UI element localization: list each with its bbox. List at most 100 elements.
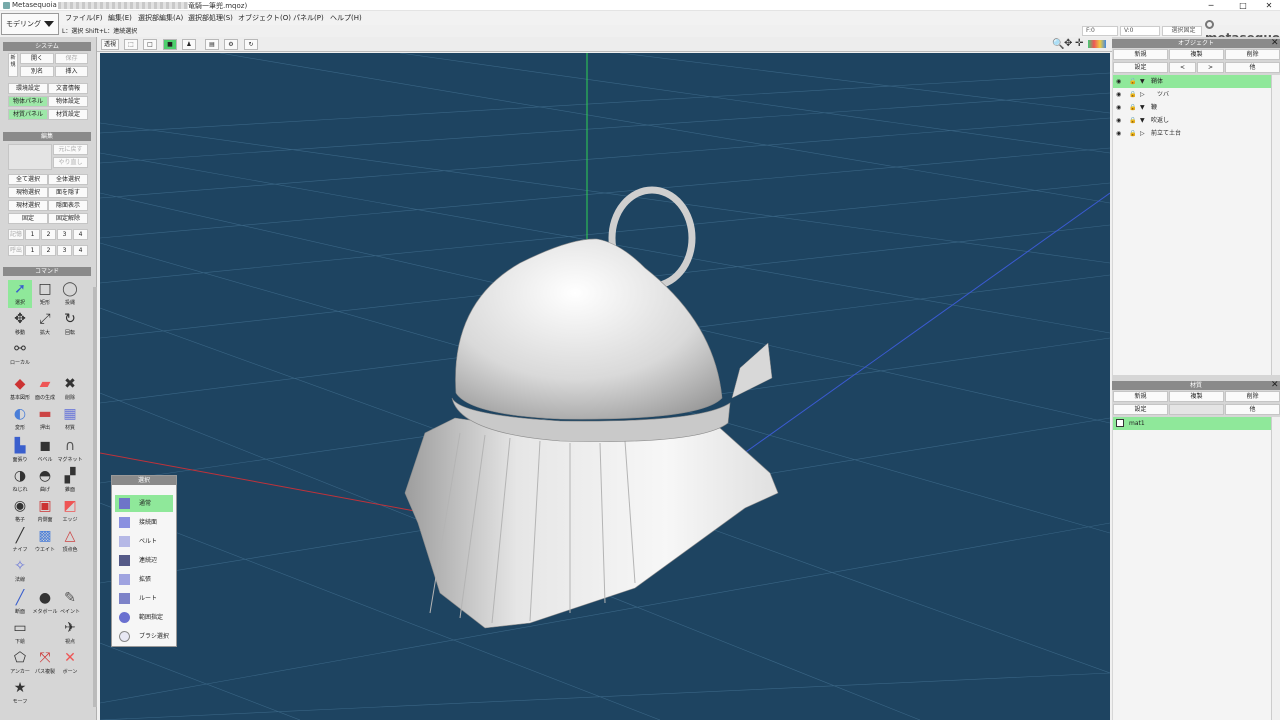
select-route[interactable]: ルート [115, 590, 173, 607]
minimize-button[interactable]: ─ [1200, 0, 1222, 11]
tool-32[interactable]: ✈ 視点 [58, 619, 82, 647]
expand-arrow[interactable]: ▼ [1140, 75, 1145, 88]
texture-icon[interactable]: ▤ [205, 39, 219, 50]
material-new-button[interactable]: 新規 [1113, 391, 1168, 402]
lock-icon[interactable]: 🔒 [1129, 75, 1136, 88]
tool-26[interactable]: ✧ 法線 [8, 557, 32, 585]
redo-button[interactable]: やり直し [53, 157, 88, 168]
gear-icon[interactable]: ⚙ [224, 39, 238, 50]
object-duplicate-button[interactable]: 複製 [1169, 49, 1224, 60]
tool-17[interactable]: ◑ ねじれ [8, 467, 32, 495]
object-settings-button[interactable]: 設定 [1113, 62, 1168, 73]
rotate-view-icon[interactable]: ✛ [1075, 38, 1083, 49]
select-current-material-button[interactable]: 現材選択 [8, 200, 48, 211]
menu-help[interactable]: ヘルプ(H) [330, 13, 362, 23]
doc-info-button[interactable]: 文書情報 [48, 83, 88, 94]
tool-25[interactable]: △ 頂点色 [58, 527, 82, 555]
object-row[interactable]: ◉ 🔒 ▼ 鞭 [1113, 101, 1271, 114]
menu-select-edit[interactable]: 選択部編集(A) [138, 13, 183, 23]
saveas-button[interactable]: 別名 [20, 66, 54, 77]
object-settings-button[interactable]: 物体設定 [48, 96, 88, 107]
tool-1[interactable]: ➚ 選択 [8, 280, 32, 308]
object-delete-button[interactable]: 削除 [1225, 49, 1280, 60]
tool-4[interactable]: ✥ 移動 [8, 310, 32, 338]
tool-35[interactable]: ✕ ボーン [58, 649, 82, 677]
tool-18[interactable]: ◓ 曲げ [33, 467, 57, 495]
tool-16[interactable]: ∩ マグネット [57, 437, 82, 465]
material-panel-button[interactable]: 材質パネル [8, 109, 48, 120]
material-other-button[interactable]: 他 [1225, 404, 1280, 415]
move-view-icon[interactable]: ✥ [1064, 38, 1072, 49]
object-prev-button[interactable]: < [1169, 62, 1196, 73]
select-all-button[interactable]: 全て選択 [8, 174, 48, 185]
tool-8[interactable]: ◆ 基本図形 [8, 375, 32, 403]
tool-36[interactable]: ★ モーフ [8, 679, 32, 707]
memory-2[interactable]: 2 [41, 229, 56, 240]
object-row[interactable]: ◉ 🔒 ▷ ツバ [1113, 88, 1271, 101]
tool-11[interactable]: ◐ 変形 [8, 405, 32, 433]
expand-arrow[interactable]: ▷ [1140, 127, 1145, 140]
tool-33[interactable]: ⬠ アンカー [8, 649, 32, 677]
tool-30[interactable]: ▭ 下絵 [8, 619, 32, 647]
tool-28[interactable]: ● メタボール [32, 589, 57, 617]
object-panel-button[interactable]: 物体パネル [8, 96, 48, 107]
frame-icon[interactable]: ⬚ [124, 39, 138, 50]
material-row[interactable]: mat1 [1113, 417, 1271, 430]
recall-3[interactable]: 3 [57, 245, 72, 256]
object-other-button[interactable]: 他 [1225, 62, 1280, 73]
tool-7[interactable]: ⚯ ローカル [8, 340, 32, 368]
tool-31[interactable] [33, 619, 57, 647]
person-icon[interactable]: ♟ [182, 39, 196, 50]
eye-icon[interactable]: ◉ [1116, 75, 1121, 88]
refresh-icon[interactable]: ↻ [244, 39, 258, 50]
tool-24[interactable]: ▩ ウエイト [33, 527, 57, 555]
menu-object[interactable]: オブジェクト(O) [238, 13, 291, 23]
color-strip-icon[interactable] [1088, 40, 1106, 48]
tool-21[interactable]: ▣ 内側面 [33, 497, 57, 525]
selection-lock-button[interactable]: 選択固定 [1162, 26, 1202, 36]
select-connected[interactable]: 接続面 [115, 514, 173, 531]
tool-15[interactable]: ◼ ベベル [33, 437, 57, 465]
object-new-button[interactable]: 新規 [1113, 49, 1168, 60]
select-expand[interactable]: 拡張 [115, 571, 173, 588]
tool-5[interactable]: ⤢ 拡大 [33, 310, 57, 338]
tool-29[interactable]: ✎ ペイント [58, 589, 82, 617]
left-scrollbar[interactable] [93, 287, 97, 707]
3d-viewport[interactable] [100, 53, 1110, 720]
expand-arrow[interactable]: ▼ [1140, 101, 1145, 114]
lock-icon[interactable]: 🔒 [1129, 114, 1136, 127]
menu-panel[interactable]: パネル(P) [293, 13, 324, 23]
tool-23[interactable]: ╱ ナイフ [8, 527, 32, 555]
eye-icon[interactable]: ◉ [1116, 127, 1121, 140]
unlock-button[interactable]: 固定解除 [48, 213, 88, 224]
zoom-icon[interactable]: 🔍 [1052, 39, 1064, 50]
material-duplicate-button[interactable]: 複製 [1169, 391, 1224, 402]
tool-9[interactable]: ▰ 面の生成 [33, 375, 57, 403]
recall-2[interactable]: 2 [41, 245, 56, 256]
select-whole-button[interactable]: 全体選択 [48, 174, 88, 185]
material-delete-button[interactable]: 削除 [1225, 391, 1280, 402]
square-icon[interactable]: □ [143, 39, 157, 50]
tool-13[interactable]: ▦ 材質 [58, 405, 82, 433]
tool-20[interactable]: ◉ 格子 [8, 497, 32, 525]
hide-faces-button[interactable]: 面を隠す [48, 187, 88, 198]
tool-3[interactable]: ◯ 投縄 [58, 280, 82, 308]
view-perspective-button[interactable]: 透視 [101, 39, 119, 50]
object-row[interactable]: ◉ 🔒 ▼ 吹返し [1113, 114, 1271, 127]
memory-4[interactable]: 4 [73, 229, 88, 240]
maximize-button[interactable]: □ [1232, 0, 1254, 11]
eye-icon[interactable]: ◉ [1116, 114, 1121, 127]
material-panel-close-icon[interactable]: ✕ [1271, 380, 1279, 390]
material-scrollbar[interactable] [1271, 417, 1280, 720]
show-hidden-button[interactable]: 隠面表示 [48, 200, 88, 211]
select-brush[interactable]: ブラシ選択 [115, 628, 173, 645]
expand-arrow[interactable]: ▼ [1140, 114, 1145, 127]
select-current-object-button[interactable]: 現物選択 [8, 187, 48, 198]
env-settings-button[interactable]: 環境設定 [8, 83, 48, 94]
eye-icon[interactable]: ◉ [1116, 88, 1121, 101]
object-panel-close-icon[interactable]: ✕ [1271, 38, 1279, 48]
recall-4[interactable]: 4 [73, 245, 88, 256]
insert-button[interactable]: 挿入 [55, 66, 88, 77]
select-normal[interactable]: 通常 [115, 495, 173, 512]
new-file-button[interactable]: 新規 [8, 53, 18, 77]
